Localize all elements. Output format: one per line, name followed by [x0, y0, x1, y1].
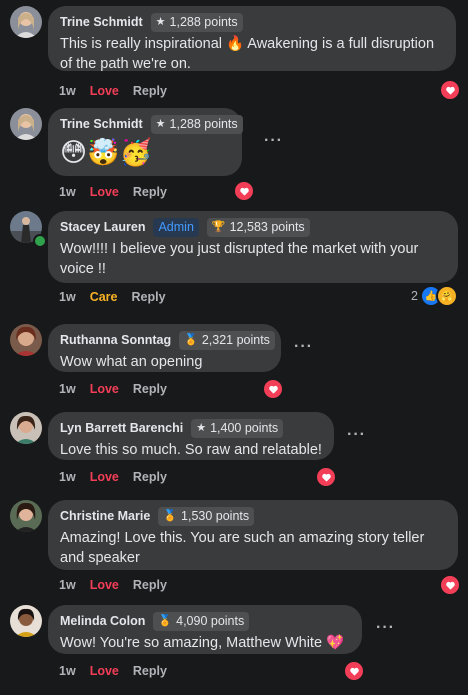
medal-icon: 🏅	[158, 614, 173, 627]
comment-actions: 1w Love Reply	[59, 83, 181, 99]
love-button[interactable]: Love	[90, 84, 119, 98]
star-icon: ★	[155, 15, 166, 28]
love-react-icon[interactable]	[439, 574, 461, 596]
comment-emojis: 😳🤯🥳	[60, 137, 152, 167]
love-button[interactable]: Love	[90, 382, 119, 396]
reply-button[interactable]: Reply	[133, 84, 167, 98]
comment-actions: 1w Love Reply	[59, 381, 181, 397]
care-react-icon: 🤗	[435, 285, 458, 307]
comment-bubble: Melinda Colon 🏅 4,090 points Wow! You're …	[48, 605, 362, 654]
points-badge: ★ 1,400 points	[191, 418, 284, 438]
avatar[interactable]	[10, 412, 42, 444]
points-badge: 🏅 2,321 points	[179, 330, 275, 350]
author-name[interactable]: Stacey Lauren	[60, 220, 145, 234]
more-options-button[interactable]: ···	[294, 338, 313, 356]
author-name[interactable]: Trine Schmidt	[60, 117, 143, 131]
star-icon: ★	[155, 117, 166, 130]
author-name[interactable]: Ruthanna Sonntag	[60, 333, 171, 347]
reply-button[interactable]: Reply	[133, 470, 167, 484]
admin-badge: Admin	[153, 217, 199, 237]
comment-text: Wow what an opening	[60, 354, 203, 370]
love-button[interactable]: Love	[90, 185, 119, 199]
online-status-indicator	[33, 234, 47, 248]
comment-bubble: Christine Marie 🏅 1,530 points Amazing! L…	[48, 500, 458, 570]
comment-bubble: Trine Schmidt ★ 1,288 points This is real…	[48, 6, 456, 72]
love-button[interactable]: Love	[90, 664, 119, 678]
author-name[interactable]: Christine Marie	[60, 509, 150, 523]
points-badge: 🏆 12,583 points	[206, 217, 310, 237]
comment-bubble: Trine Schmidt ★ 1,288 points 😳🤯🥳	[48, 108, 243, 176]
comment-actions: 1w Love Reply	[59, 184, 181, 200]
timestamp[interactable]: 1w	[59, 382, 76, 396]
author-name[interactable]: Melinda Colon	[60, 614, 145, 628]
timestamp[interactable]: 1w	[59, 290, 76, 304]
comment-bubble: Lyn Barrett Barenchi ★ 1,400 points Love …	[48, 412, 334, 460]
author-name[interactable]: Trine Schmidt	[60, 15, 143, 29]
author-name[interactable]: Lyn Barrett Barenchi	[60, 421, 183, 435]
love-button[interactable]: Love	[90, 578, 119, 592]
trophy-icon: 🏆	[211, 220, 226, 233]
love-react-icon[interactable]	[233, 180, 255, 202]
love-react-icon[interactable]	[439, 79, 461, 101]
like-care-react-icons[interactable]: 2 👍 🤗	[411, 285, 458, 307]
timestamp[interactable]: 1w	[59, 185, 76, 199]
avatar[interactable]	[10, 324, 42, 356]
comment-bubble: Stacey Lauren Admin 🏆 12,583 points Wow!!…	[48, 211, 458, 283]
love-button[interactable]: Love	[90, 470, 119, 484]
reply-button[interactable]: Reply	[133, 185, 167, 199]
timestamp[interactable]: 1w	[59, 578, 76, 592]
points-badge: ★ 1,288 points	[150, 12, 243, 32]
care-button[interactable]: Care	[90, 290, 118, 304]
timestamp[interactable]: 1w	[59, 664, 76, 678]
comment-text: Wow!!!! I believe you just disrupted the…	[60, 241, 419, 277]
more-options-button[interactable]: ···	[376, 619, 395, 637]
comment-text: Wow! You're so amazing, Matthew White 💖	[60, 635, 345, 651]
points-badge: 🏅 1,530 points	[158, 506, 255, 526]
love-react-icon[interactable]	[343, 660, 365, 682]
points-badge: 🏅 4,090 points	[153, 611, 250, 631]
comment-text: This is really inspirational 🔥 Awakening…	[60, 36, 435, 72]
reply-button[interactable]: Reply	[133, 382, 167, 396]
timestamp[interactable]: 1w	[59, 84, 76, 98]
star-icon: ★	[196, 421, 207, 434]
reply-button[interactable]: Reply	[131, 290, 165, 304]
comment-actions: 1w Care Reply	[59, 289, 180, 305]
avatar[interactable]	[10, 605, 42, 637]
medal-icon: 🏅	[184, 333, 198, 346]
points-badge: ★ 1,288 points	[150, 114, 243, 134]
more-options-button[interactable]: ···	[264, 132, 283, 150]
reply-button[interactable]: Reply	[133, 664, 167, 678]
comment-actions: 1w Love Reply	[59, 577, 181, 593]
comment-actions: 1w Love Reply	[59, 469, 181, 485]
reaction-count: 2	[411, 289, 418, 303]
avatar[interactable]	[10, 500, 42, 532]
comment-actions: 1w Love Reply	[59, 663, 181, 679]
avatar[interactable]	[10, 108, 42, 140]
medal-icon: 🏅	[163, 509, 178, 522]
timestamp[interactable]: 1w	[59, 470, 76, 484]
love-react-icon[interactable]	[262, 378, 284, 400]
reply-button[interactable]: Reply	[133, 578, 167, 592]
comment-text: Amazing! Love this. You are such an amaz…	[60, 530, 425, 566]
avatar[interactable]	[10, 6, 42, 38]
love-react-icon[interactable]	[315, 466, 337, 488]
more-options-button[interactable]: ···	[347, 426, 366, 444]
comment-text: Love this so much. So raw and relatable!	[60, 442, 322, 458]
comment-bubble: Ruthanna Sonntag 🏅 2,321 points Wow what …	[48, 324, 281, 372]
